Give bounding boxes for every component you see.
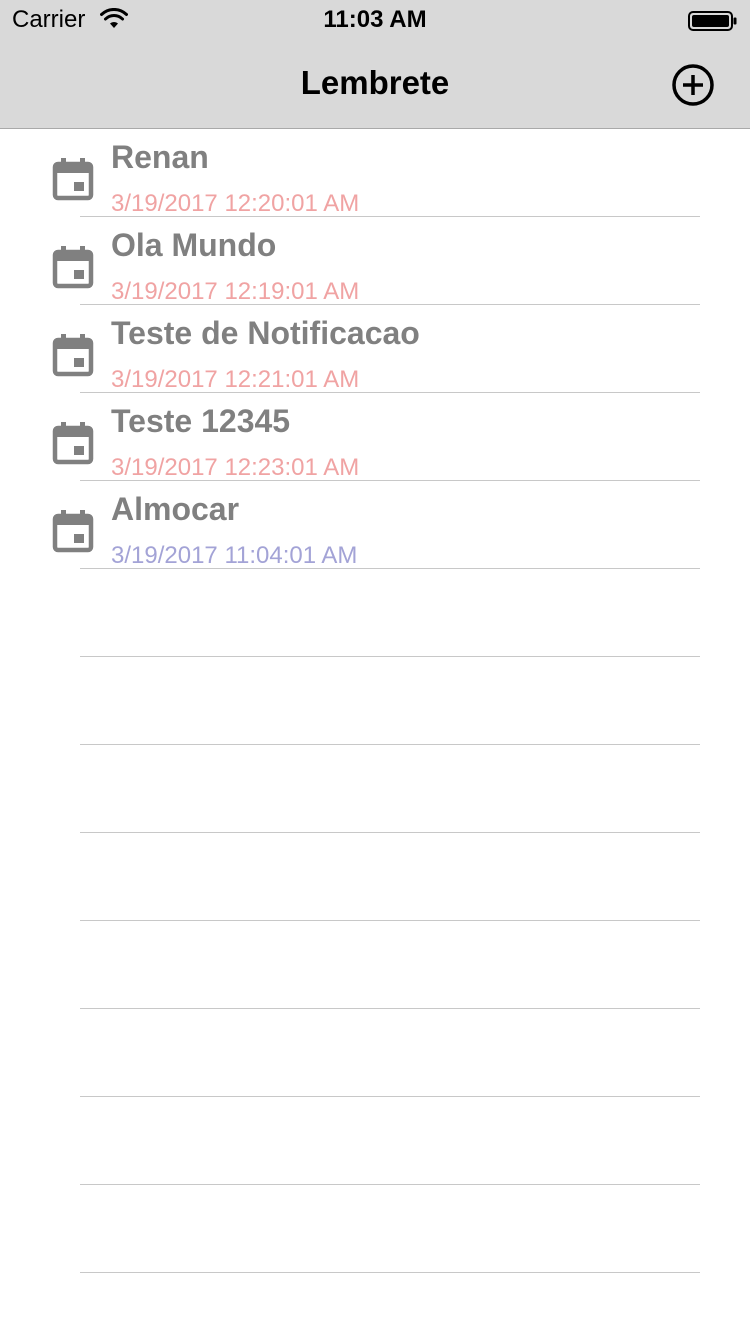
battery-icon — [688, 11, 737, 31]
status-bar: Carrier 11:03 AM — [0, 0, 750, 40]
reminder-date: 3/19/2017 12:20:01 AM — [111, 190, 360, 217]
reminder-title: Renan — [111, 139, 209, 175]
empty-row — [0, 1273, 750, 1334]
empty-row — [0, 1097, 750, 1185]
calendar-icon — [52, 157, 94, 201]
reminder-date: 3/19/2017 12:19:01 AM — [111, 278, 360, 305]
empty-row — [0, 1009, 750, 1097]
empty-row — [0, 1185, 750, 1273]
reminder-row[interactable]: Renan 3/19/2017 12:20:01 AM — [0, 129, 750, 217]
calendar-icon — [52, 421, 94, 465]
reminder-title: Ola Mundo — [111, 227, 277, 263]
navigation-bar: Lembrete — [0, 40, 750, 129]
empty-row — [0, 745, 750, 833]
status-time: 11:03 AM — [323, 6, 427, 33]
reminder-date: 3/19/2017 11:04:01 AM — [111, 542, 358, 569]
empty-row — [0, 921, 750, 1009]
screen: Carrier 11:03 AM Lembrete Renan 3/19/2017… — [0, 0, 750, 1334]
calendar-icon — [52, 245, 94, 289]
reminder-title: Almocar — [111, 491, 240, 527]
calendar-icon — [52, 509, 94, 553]
reminder-row[interactable]: Almocar 3/19/2017 11:04:01 AM — [0, 481, 750, 569]
calendar-icon — [52, 333, 94, 377]
empty-row — [0, 833, 750, 921]
empty-row — [0, 569, 750, 657]
add-reminder-button[interactable] — [670, 62, 716, 108]
reminder-table: Renan 3/19/2017 12:20:01 AM Ola Mundo 3/19/… — [0, 129, 750, 1334]
reminder-row[interactable]: Ola Mundo 3/19/2017 12:19:01 AM — [0, 217, 750, 305]
reminder-title: Teste 12345 — [111, 403, 291, 439]
empty-row — [0, 657, 750, 745]
reminder-row[interactable]: Teste de Notificacao 3/19/2017 12:21:01 A… — [0, 305, 750, 393]
reminder-date: 3/19/2017 12:21:01 AM — [111, 366, 360, 393]
reminder-title: Teste de Notificacao — [111, 315, 420, 351]
reminder-date: 3/19/2017 12:23:01 AM — [111, 454, 360, 481]
page-title: Lembrete — [300, 64, 450, 101]
reminder-row[interactable]: Teste 12345 3/19/2017 12:23:01 AM — [0, 393, 750, 481]
